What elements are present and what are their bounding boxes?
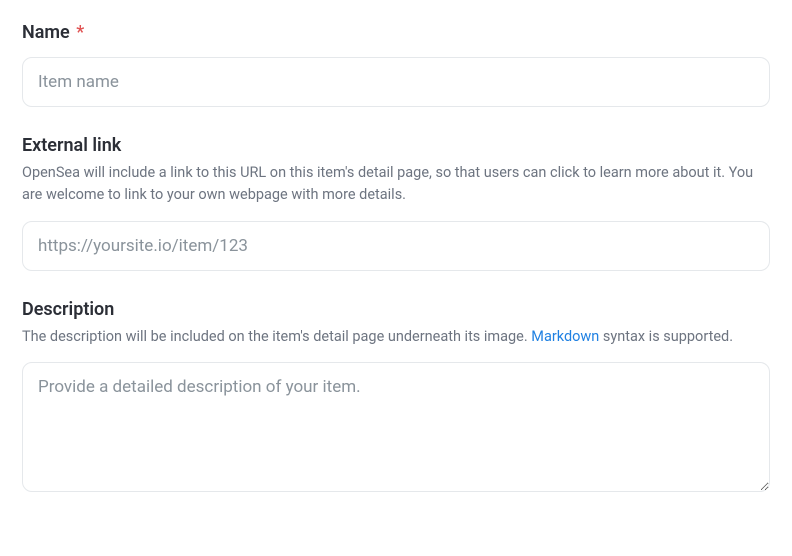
name-label-text: Name [22,22,70,43]
external-link-section: External link OpenSea will include a lin… [22,135,770,271]
description-section: Description The description will be incl… [22,299,770,496]
description-help-after: syntax is supported. [599,328,733,345]
required-indicator: * [76,22,84,43]
external-link-label: External link [22,135,770,156]
name-input[interactable] [22,57,770,107]
external-link-input[interactable] [22,221,770,271]
name-label: Name * [22,22,770,43]
markdown-link[interactable]: Markdown [531,328,599,345]
description-help-text: The description will be included on the … [22,326,770,348]
description-textarea[interactable] [22,362,770,492]
description-label: Description [22,299,770,320]
description-help-before: The description will be included on the … [22,328,531,345]
name-section: Name * [22,22,770,107]
external-link-help-text: OpenSea will include a link to this URL … [22,162,770,207]
